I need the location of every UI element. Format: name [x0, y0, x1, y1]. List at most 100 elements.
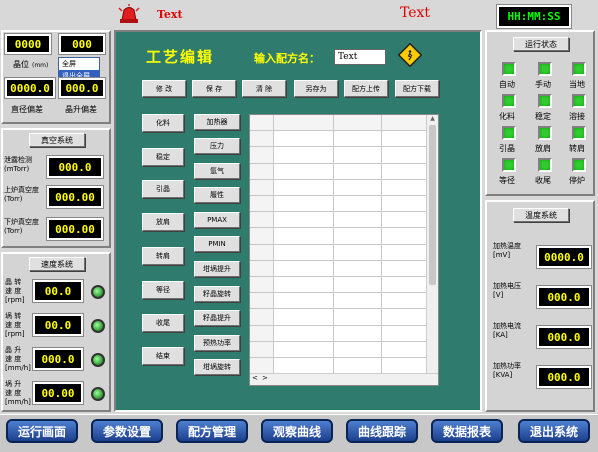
grid-cell[interactable] [334, 244, 382, 261]
grid-cell[interactable] [274, 228, 334, 245]
param-button[interactable]: 坩埚提升 [194, 261, 240, 277]
grid-cell[interactable] [382, 115, 428, 132]
grid-cell[interactable] [250, 358, 274, 375]
grid-cell[interactable] [334, 131, 382, 148]
grid-cell[interactable] [250, 196, 274, 213]
grid-cell[interactable] [274, 309, 334, 326]
grid-cell[interactable] [334, 228, 382, 245]
stage-button[interactable]: 放肩 [142, 213, 184, 231]
grid-cell[interactable] [334, 147, 382, 164]
grid-cell[interactable] [250, 309, 274, 326]
grid-cell[interactable] [382, 244, 428, 261]
grid-cell[interactable] [250, 179, 274, 196]
param-button[interactable]: 籽晶旋转 [194, 286, 240, 302]
grid-cell[interactable] [334, 341, 382, 358]
grid-cell[interactable] [334, 358, 382, 375]
grid-cell[interactable] [382, 358, 428, 375]
grid-cell[interactable] [382, 293, 428, 310]
grid-cell[interactable] [334, 309, 382, 326]
grid-cell[interactable] [274, 260, 334, 277]
param-button[interactable]: 加热器 [194, 114, 240, 130]
recipe-download-button[interactable]: 配方下载 [395, 80, 439, 97]
clear-button[interactable]: 清 除 [242, 80, 286, 97]
nav-parameter-settings-button[interactable]: 参数设置 [91, 419, 163, 443]
grid-cell[interactable] [334, 277, 382, 294]
stage-button[interactable]: 稳定 [142, 148, 184, 166]
fullscreen-menu-item[interactable]: 全屏 [59, 58, 99, 70]
grid-cell[interactable] [274, 277, 334, 294]
stage-button[interactable]: 结束 [142, 347, 184, 365]
scroll-right-icon[interactable]: > [262, 374, 268, 382]
save-as-button[interactable]: 另存为 [294, 80, 338, 97]
grid-cell[interactable] [382, 163, 428, 180]
param-button[interactable]: 履性 [194, 187, 240, 203]
grid-cell[interactable] [274, 341, 334, 358]
grid-cell[interactable] [250, 277, 274, 294]
param-button[interactable]: PMIN [194, 236, 240, 252]
grid-cell[interactable] [250, 212, 274, 229]
param-button[interactable]: 籽晶提升 [194, 310, 240, 326]
grid-cell[interactable] [250, 147, 274, 164]
param-button[interactable]: 坩埚旋转 [194, 359, 240, 375]
grid-cell[interactable] [274, 293, 334, 310]
grid-cell[interactable] [250, 163, 274, 180]
grid-cell[interactable] [334, 163, 382, 180]
grid-cell[interactable] [250, 260, 274, 277]
grid-cell[interactable] [382, 147, 428, 164]
grid-cell[interactable] [382, 341, 428, 358]
scroll-up-icon[interactable]: ▲ [427, 115, 438, 125]
grid-cell[interactable] [334, 325, 382, 342]
grid-cell[interactable] [274, 115, 334, 132]
grid-cell[interactable] [274, 131, 334, 148]
grid-cell[interactable] [382, 131, 428, 148]
grid-cell[interactable] [250, 325, 274, 342]
param-button[interactable]: 压力 [194, 138, 240, 154]
grid-cell[interactable] [334, 260, 382, 277]
stage-button[interactable]: 等径 [142, 281, 184, 299]
grid-cell[interactable] [250, 293, 274, 310]
grid-cell[interactable] [334, 293, 382, 310]
grid-cell[interactable] [334, 115, 382, 132]
grid-cell[interactable] [382, 179, 428, 196]
grid-cell[interactable] [274, 163, 334, 180]
param-button[interactable]: 预热功率 [194, 335, 240, 351]
grid-cell[interactable] [382, 260, 428, 277]
param-button[interactable]: PMAX [194, 212, 240, 228]
scroll-thumb[interactable] [429, 125, 436, 285]
grid-cell[interactable] [382, 325, 428, 342]
grid-cell[interactable] [274, 325, 334, 342]
grid-cell[interactable] [274, 196, 334, 213]
nav-curve-tracking-button[interactable]: 曲线跟踪 [346, 419, 418, 443]
grid-cell[interactable] [334, 196, 382, 213]
grid-cell[interactable] [250, 341, 274, 358]
grid-cell[interactable] [382, 196, 428, 213]
modify-button[interactable]: 修 改 [142, 80, 186, 97]
grid-cell[interactable] [382, 277, 428, 294]
grid-cell[interactable] [250, 244, 274, 261]
nav-exit-system-button[interactable]: 退出系统 [518, 419, 590, 443]
grid-cell[interactable] [382, 228, 428, 245]
grid-cell[interactable] [250, 228, 274, 245]
stage-button[interactable]: 转肩 [142, 247, 184, 265]
save-button[interactable]: 保 存 [192, 80, 236, 97]
nav-view-curves-button[interactable]: 观察曲线 [261, 419, 333, 443]
nav-data-report-button[interactable]: 数据报表 [431, 419, 503, 443]
grid-cell[interactable] [334, 212, 382, 229]
vertical-scrollbar[interactable]: ▲ [426, 115, 438, 375]
scroll-left-icon[interactable]: < [252, 374, 258, 382]
recipe-upload-button[interactable]: 配方上传 [344, 80, 388, 97]
grid-cell[interactable] [382, 212, 428, 229]
stage-button[interactable]: 引晶 [142, 180, 184, 198]
grid-cell[interactable] [250, 115, 274, 132]
stage-button[interactable]: 收尾 [142, 314, 184, 332]
grid-cell[interactable] [334, 179, 382, 196]
stage-button[interactable]: 化料 [142, 114, 184, 132]
grid-cell[interactable] [274, 358, 334, 375]
grid-cell[interactable] [274, 212, 334, 229]
grid-cell[interactable] [274, 244, 334, 261]
grid-cell[interactable] [382, 309, 428, 326]
param-button[interactable]: 氩气 [194, 163, 240, 179]
nav-run-screen-button[interactable]: 运行画面 [6, 419, 78, 443]
grid-cell[interactable] [274, 147, 334, 164]
grid-cell[interactable] [250, 131, 274, 148]
